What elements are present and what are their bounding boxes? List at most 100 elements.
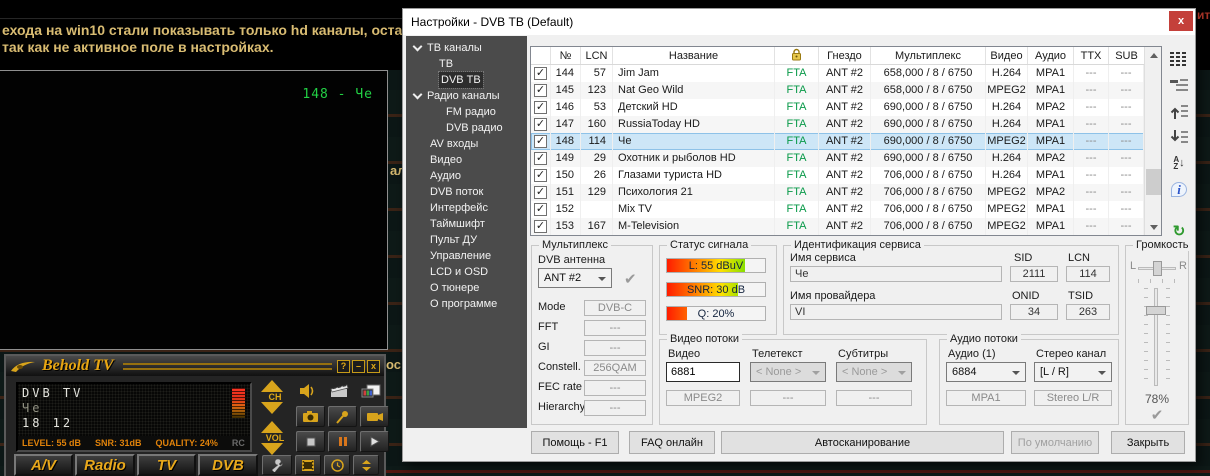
header-sub[interactable]: SUB [1109, 47, 1144, 64]
channel-row-148[interactable]: ✓148114ЧеFTAANT #2690,000 / 8 / 6750MPEG… [531, 133, 1161, 150]
mode-dvb-button[interactable]: DVB [198, 454, 258, 476]
channel-down-button[interactable] [261, 402, 283, 414]
stop-button[interactable] [296, 431, 325, 452]
tree-item-14[interactable]: LCD и OSD [406, 264, 527, 280]
mode-av-button[interactable]: A/V [14, 454, 73, 476]
move-up-button[interactable] [1168, 101, 1190, 121]
chevron-down-icon[interactable] [413, 90, 423, 100]
player-minimize-button[interactable]: – [352, 360, 365, 373]
tree-item-15[interactable]: О тюнере [406, 280, 527, 296]
header-mux[interactable]: Мультиплекс [871, 47, 986, 64]
player-titlebar[interactable]: Behold TV ? – x [6, 356, 384, 376]
header-ttx[interactable]: TTX [1074, 47, 1109, 64]
video-record-button[interactable] [360, 406, 389, 427]
channel-row-146[interactable]: ✓14653Детский HDFTAANT #2690,000 / 8 / 6… [531, 99, 1161, 116]
player-help-button[interactable]: ? [337, 360, 350, 373]
channel-checkbox[interactable]: ✓ [534, 101, 547, 114]
defaults-button[interactable]: По умолчанию [1011, 431, 1099, 454]
channel-checkbox[interactable]: ✓ [534, 169, 547, 182]
scheduler-button[interactable] [324, 455, 350, 475]
antenna-select[interactable]: ANT #2 [538, 268, 612, 288]
dialog-titlebar[interactable]: Настройки - DVB ТВ (Default) x [403, 9, 1195, 35]
channel-checkbox[interactable]: ✓ [534, 135, 547, 148]
tree-item-1[interactable]: ТВ [406, 56, 527, 72]
faq-button[interactable]: FAQ онлайн [629, 431, 715, 454]
header-audio[interactable]: Аудио [1028, 47, 1074, 64]
tree-item-10[interactable]: Интерфейс [406, 200, 527, 216]
tree-item-12[interactable]: Пульт ДУ [406, 232, 527, 248]
channel-checkbox[interactable]: ✓ [534, 118, 547, 131]
header-name[interactable]: Название [613, 47, 775, 64]
channel-list-button[interactable] [1168, 49, 1190, 69]
channel-info-button[interactable]: i [1168, 179, 1190, 199]
video-pid-input[interactable] [666, 362, 740, 382]
osd-button[interactable] [329, 383, 349, 399]
tree-item-13[interactable]: Управление [406, 248, 527, 264]
tree-item-16[interactable]: О программе [406, 296, 527, 312]
channel-checkbox[interactable]: ✓ [534, 152, 547, 165]
balance-thumb[interactable] [1153, 261, 1162, 276]
channel-row-152[interactable]: ✓152Mix TVFTAANT #2706,000 / 8 / 6750MPE… [531, 201, 1161, 218]
audio-pid-select[interactable]: 6884 [946, 362, 1026, 382]
player-close-button[interactable]: x [367, 360, 380, 373]
tree-item-3[interactable]: Радио каналы [406, 88, 527, 104]
chevron-down-icon[interactable] [413, 42, 423, 52]
scroll-up-button[interactable] [1145, 47, 1162, 63]
channel-row-149[interactable]: ✓14929Охотник и рыболов HDFTAANT #2690,0… [531, 150, 1161, 167]
header-lock[interactable] [775, 47, 819, 64]
header-lcn[interactable]: LCN [581, 47, 613, 64]
channel-checkbox[interactable]: ✓ [534, 186, 547, 199]
tree-item-9[interactable]: DVB поток [406, 184, 527, 200]
snapshot-button[interactable] [296, 406, 325, 427]
channel-up-button[interactable] [261, 380, 283, 392]
tree-item-8[interactable]: Аудио [406, 168, 527, 184]
channel-row-153[interactable]: ✓153167M-TelevisionFTAANT #2706,000 / 8 … [531, 218, 1161, 235]
close-button[interactable]: Закрыть [1111, 431, 1185, 454]
display-mode-button[interactable] [361, 383, 381, 399]
channel-checkbox[interactable]: ✓ [534, 67, 547, 80]
tree-item-7[interactable]: Видео [406, 152, 527, 168]
stereo-select[interactable]: [L / R] [1034, 362, 1112, 382]
table-scrollbar[interactable] [1144, 47, 1161, 235]
tree-item-4[interactable]: FM радио [406, 104, 527, 120]
delete-channel-button[interactable] [1168, 75, 1190, 95]
channel-checkbox[interactable]: ✓ [534, 203, 547, 216]
dialog-close-button[interactable]: x [1169, 11, 1193, 31]
cell-audio: MPA1 [1028, 82, 1074, 99]
volume-down-button[interactable] [261, 443, 283, 455]
recordings-button[interactable] [295, 455, 321, 475]
help-button[interactable]: Помощь - F1 [531, 431, 619, 454]
mode-tv-button[interactable]: TV [137, 454, 196, 476]
tree-item-5[interactable]: DVB радио [406, 120, 527, 136]
header-video[interactable]: Видео [986, 47, 1028, 64]
scrollbar-thumb[interactable] [1146, 169, 1161, 195]
volume-up-button[interactable] [261, 421, 283, 433]
pause-button[interactable] [328, 431, 357, 452]
header-num[interactable]: № [551, 47, 581, 64]
scroll-down-button[interactable] [1145, 219, 1162, 235]
settings-button[interactable] [262, 455, 292, 475]
play-button[interactable] [360, 431, 389, 452]
volume-slider[interactable] [1154, 288, 1158, 386]
sort-az-button[interactable]: A Z ↓ [1168, 153, 1190, 173]
header-socket[interactable]: Гнездо [819, 47, 871, 64]
channel-row-151[interactable]: ✓151129Психология 21FTAANT #2706,000 / 8… [531, 184, 1161, 201]
channel-row-144[interactable]: ✓14457Jim JamFTAANT #2658,000 / 8 / 6750… [531, 65, 1161, 82]
channel-row-147[interactable]: ✓147160RussiaToday HDFTAANT #2690,000 / … [531, 116, 1161, 133]
move-down-button[interactable] [1168, 127, 1190, 147]
mode-radio-button[interactable]: Radio [75, 454, 135, 476]
minimode-button[interactable] [353, 455, 379, 475]
autoscan-button[interactable]: Автосканирование [721, 431, 1004, 454]
channel-row-145[interactable]: ✓145123Nat Geo WildFTAANT #2658,000 / 8 … [531, 82, 1161, 99]
tree-item-11[interactable]: Таймшифт [406, 216, 527, 232]
mute-button[interactable] [298, 383, 318, 399]
tree-item-0[interactable]: ТВ каналы [406, 40, 527, 56]
channel-checkbox[interactable]: ✓ [534, 84, 547, 97]
audio-record-button[interactable] [328, 406, 357, 427]
tree-item-2[interactable]: DVB ТВ [406, 72, 527, 88]
tree-item-6[interactable]: AV входы [406, 136, 527, 152]
channel-row-150[interactable]: ✓15026Глазами туриста HDFTAANT #2706,000… [531, 167, 1161, 184]
volume-thumb[interactable] [1146, 306, 1166, 315]
channel-checkbox[interactable]: ✓ [534, 220, 547, 233]
refresh-button[interactable]: ↻ [1168, 221, 1190, 241]
